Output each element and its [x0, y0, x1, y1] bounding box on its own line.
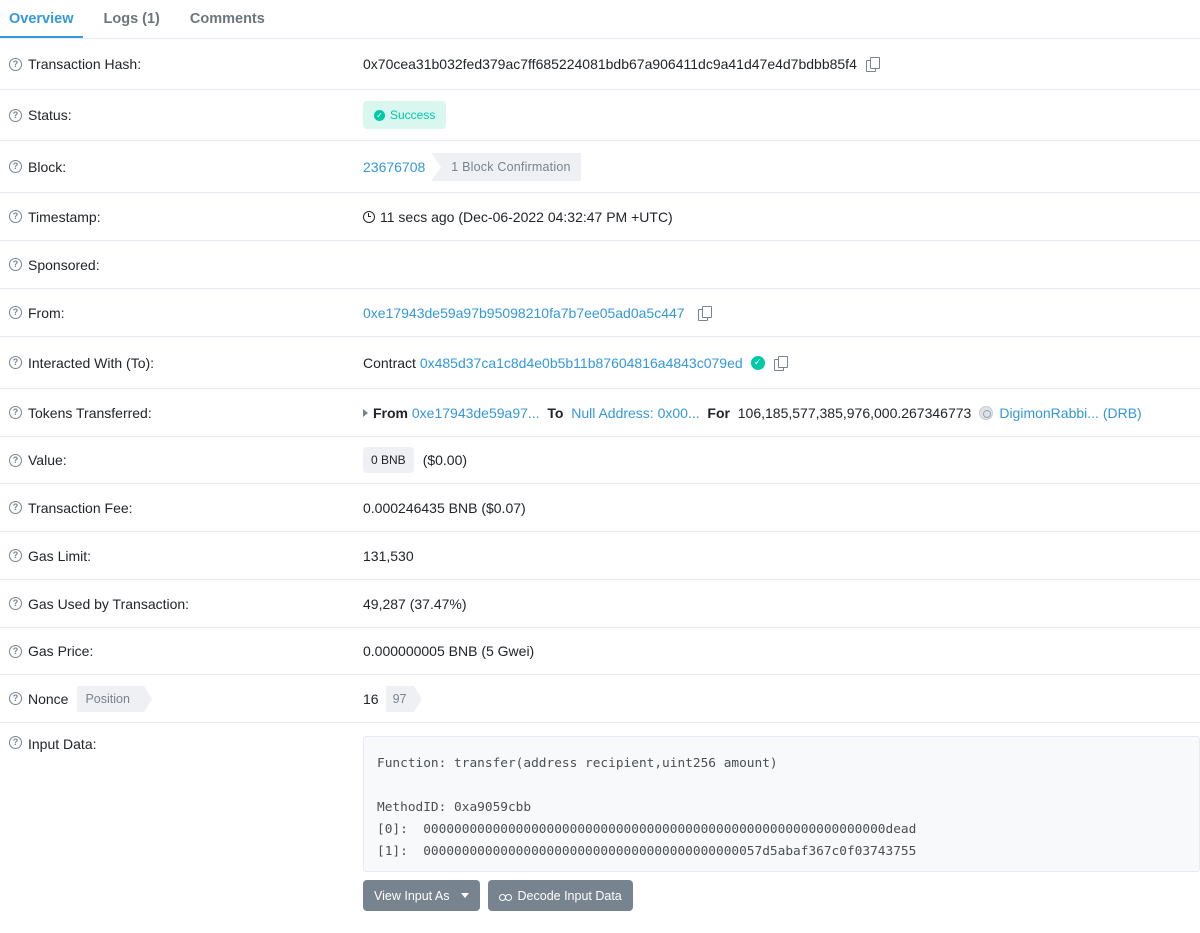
token-to-link[interactable]: Null Address: 0x00...	[571, 405, 699, 421]
nonce-row: ? Nonce Position 16 97	[0, 675, 1200, 723]
block-label: Block:	[28, 158, 67, 175]
sponsored-row: ? Sponsored:	[0, 241, 1200, 289]
gas-limit-row: ? Gas Limit: 131,530	[0, 532, 1200, 580]
check-circle-icon: ✓	[374, 109, 385, 121]
copy-icon[interactable]	[865, 57, 880, 72]
view-input-as-label: View Input As	[374, 888, 450, 903]
verified-check-icon: ✓	[750, 355, 765, 370]
tab-logs[interactable]: Logs (1)	[95, 0, 169, 38]
status-text: Success	[390, 108, 436, 122]
expand-caret-icon[interactable]	[363, 408, 368, 417]
help-icon[interactable]: ?	[9, 692, 22, 705]
token-from-label: From	[373, 404, 408, 421]
token-amount: 106,185,577,385,976,000.267346773	[737, 404, 972, 421]
token-to-label: To	[547, 404, 564, 421]
help-icon[interactable]: ?	[9, 736, 22, 749]
value-label: Value:	[28, 452, 67, 468]
contract-address-link[interactable]: 0x485d37ca1c8d4e0b5b11b87604816a4843c079…	[420, 355, 743, 371]
gas-used-row: ? Gas Used by Transaction: 49,287 (37.47%…	[0, 580, 1200, 628]
help-icon[interactable]: ?	[9, 549, 22, 562]
gas-price-label: Gas Price:	[28, 643, 94, 659]
block-row: ? Block: 23676708 1 Block Confirmation	[0, 141, 1200, 193]
tab-overview[interactable]: Overview	[0, 0, 83, 38]
tx-hash-value: 0x70cea31b032fed379ac7ff685224081bdb67a9…	[363, 56, 857, 72]
input-data-row: ? Input Data: Function: transfer(address …	[0, 723, 1200, 911]
token-name-link[interactable]: DigimonRabbi... (DRB)	[999, 405, 1141, 421]
nonce-value: 16	[363, 690, 379, 707]
gas-used-value: 49,287 (37.47%)	[363, 595, 467, 612]
contract-prefix: Contract	[363, 354, 416, 371]
fee-row: ? Transaction Fee: 0.000246435 BNB ($0.07…	[0, 484, 1200, 532]
copy-icon[interactable]	[773, 355, 788, 371]
from-label: From:	[28, 304, 65, 321]
fee-value: 0.000246435 BNB ($0.07)	[363, 499, 526, 516]
help-icon[interactable]: ?	[9, 406, 22, 419]
gas-price-row: ? Gas Price: 0.000000005 BNB (5 Gwei)	[0, 628, 1200, 675]
tokens-row: ? Tokens Transferred: From 0xe17943de59a9…	[0, 389, 1200, 437]
position-tag: Position	[77, 685, 153, 712]
status-badge: ✓ Success	[363, 101, 447, 129]
value-row: ? Value: 0 BNB ($0.00)	[0, 437, 1200, 484]
help-icon[interactable]: ?	[9, 306, 22, 319]
chevron-down-icon	[460, 893, 469, 898]
nonce-label: Nonce	[28, 690, 69, 707]
token-for-label: For	[707, 404, 730, 421]
sponsored-label: Sponsored:	[28, 256, 100, 273]
help-icon[interactable]: ?	[9, 160, 22, 173]
timestamp-label: Timestamp:	[28, 208, 101, 225]
gas-price-value: 0.000000005 BNB (5 Gwei)	[363, 643, 535, 659]
to-row: ? Interacted With (To): Contract 0x485d37…	[0, 337, 1200, 389]
value-usd: ($0.00)	[422, 452, 468, 468]
from-row: ? From: 0xe17943de59a97b95098210fa7b7ee05…	[0, 289, 1200, 337]
tx-hash-row: ? Transaction Hash: 0x70cea31b032fed379ac…	[0, 39, 1200, 90]
block-number-link[interactable]: 23676708	[363, 159, 425, 175]
gas-limit-value: 131,530	[363, 547, 414, 564]
clock-icon	[363, 210, 375, 223]
help-icon[interactable]: ?	[9, 453, 22, 467]
block-confirmation-badge: 1 Block Confirmation	[431, 152, 581, 181]
gas-limit-label: Gas Limit:	[28, 547, 92, 564]
status-row: ? Status: ✓ Success	[0, 90, 1200, 141]
position-value: 97	[385, 685, 423, 712]
fee-label: Transaction Fee:	[28, 499, 133, 516]
help-icon[interactable]: ?	[9, 108, 22, 122]
input-data-label: Input Data:	[28, 736, 97, 752]
help-icon[interactable]: ?	[9, 356, 22, 369]
help-icon[interactable]: ?	[9, 501, 22, 514]
decode-input-data-button[interactable]: Decode Input Data	[487, 880, 633, 911]
decode-input-data-label: Decode Input Data	[517, 888, 622, 903]
to-label: Interacted With (To):	[28, 354, 155, 371]
gas-used-label: Gas Used by Transaction:	[28, 595, 190, 612]
help-icon[interactable]: ?	[9, 597, 22, 610]
timestamp-row: ? Timestamp: 11 secs ago (Dec-06-2022 04:…	[0, 193, 1200, 241]
tokens-label: Tokens Transferred:	[28, 404, 152, 421]
token-logo-icon	[979, 405, 994, 420]
copy-icon[interactable]	[697, 305, 712, 321]
token-from-link[interactable]: 0xe17943de59a97...	[412, 405, 540, 421]
from-address-link[interactable]: 0xe17943de59a97b95098210fa7b7ee05ad0a5c4…	[363, 305, 685, 321]
help-icon[interactable]: ?	[9, 258, 22, 271]
help-icon[interactable]: ?	[9, 210, 22, 223]
view-input-as-button[interactable]: View Input As	[363, 880, 480, 911]
status-label: Status:	[28, 107, 72, 123]
tab-comments[interactable]: Comments	[181, 0, 274, 38]
decode-icon	[498, 891, 512, 901]
tab-bar: Overview Logs (1) Comments	[0, 0, 1200, 39]
help-icon[interactable]: ?	[9, 644, 22, 658]
input-data-textarea[interactable]: Function: transfer(address recipient,uin…	[363, 736, 1200, 872]
help-icon[interactable]: ?	[9, 57, 22, 71]
value-amount-badge: 0 BNB	[363, 447, 414, 473]
timestamp-value: 11 secs ago (Dec-06-2022 04:32:47 PM +UT…	[380, 208, 673, 225]
tx-hash-label: Transaction Hash:	[28, 56, 142, 72]
